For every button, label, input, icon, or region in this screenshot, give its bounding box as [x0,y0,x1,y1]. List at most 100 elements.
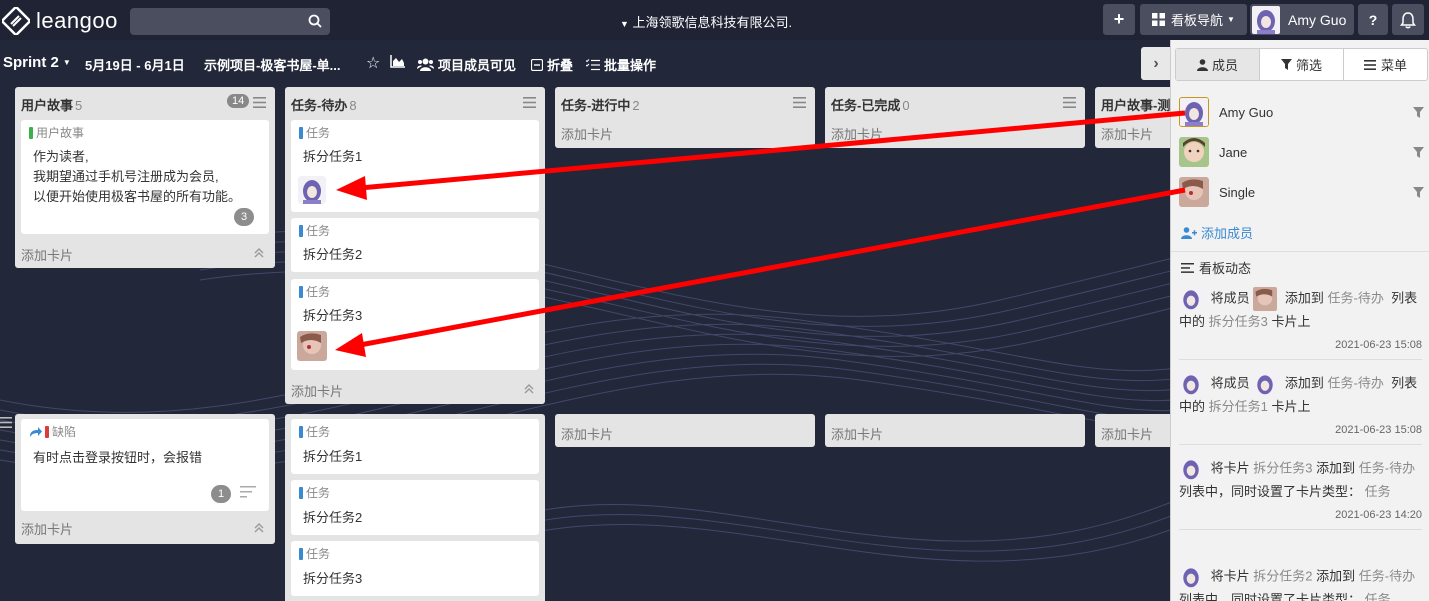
star-button[interactable]: ☆ [366,53,380,73]
list-title[interactable]: 用户故事-测 [1101,95,1170,114]
activity-card-link[interactable]: 拆分任务1 [1209,399,1268,414]
list-task-doing: 任务-进行中 2 添加卡片 [555,87,815,148]
sprint-selector[interactable]: Sprint 2 ▼ [3,54,71,71]
tab-menu[interactable]: 菜单 [1344,49,1427,80]
double-chevron-up-icon[interactable] [253,247,265,259]
visibility-label: 项目成员可见 [438,58,517,73]
visibility-button[interactable]: 项目成员可见 [417,55,516,74]
filter-icon[interactable] [1413,186,1424,198]
company-selector[interactable]: ▼ 上海领歌信息科技有限公司. [620,12,792,31]
type-color-bar [299,425,303,438]
card-title: 拆分任务2 [303,510,363,525]
member-row-single[interactable]: Single [1179,175,1424,209]
star-icon: ☆ [366,55,381,72]
filter-icon[interactable] [1413,146,1424,158]
card-task-1[interactable]: 任务 拆分任务1 [291,120,539,212]
member-avatar-amy[interactable] [1179,97,1209,127]
activity-list-link[interactable]: 任务-待办 [1359,568,1415,583]
help-button[interactable]: ? [1358,4,1388,35]
logo[interactable]: leangoo [2,7,118,35]
card-title: 拆分任务1 [303,149,363,164]
card-bug[interactable]: 缺陷 有时点击登录按钮时，会报错 1 [21,419,269,511]
activity-list-link[interactable]: 任务-待办 [1328,375,1384,390]
hamburger-icon[interactable] [253,97,266,108]
card-task-2[interactable]: 任务 拆分任务2 [291,480,539,535]
list-title[interactable]: 任务-进行中 2 [561,95,640,114]
list-title[interactable]: 用户故事 5 [21,95,82,114]
member-row-jane[interactable]: Jane [1179,135,1424,169]
tab-members[interactable]: 成员 [1176,49,1260,80]
card-type: 任务 [299,423,330,440]
leangoo-logo-icon [2,7,30,35]
add-card-button[interactable]: 添加卡片 [831,124,883,143]
add-card-button[interactable]: 添加卡片 [1101,124,1153,143]
top-bar: leangoo ▼ 上海领歌信息科技有限公司. + 看板导航 ▼ Amy Guo… [0,0,1429,40]
member-avatar-single[interactable] [297,331,327,361]
caret-down-icon: ▼ [1227,15,1235,24]
add-card-button[interactable]: 添加卡片 [21,245,73,264]
add-button[interactable]: + [1103,4,1135,35]
user-name: Amy Guo [1288,11,1347,28]
member-row-amy[interactable]: Amy Guo [1179,95,1424,129]
notifications-button[interactable] [1392,4,1424,35]
batch-label: 批量操作 [604,58,657,73]
list-user-story-test-row2: 添加卡片 [1095,414,1170,447]
activity-avatar-amy [1253,372,1278,396]
board-nav-button[interactable]: 看板导航 ▼ [1140,4,1247,35]
member-name: Jane [1219,144,1248,160]
filter-icon[interactable] [1413,106,1424,118]
user-menu[interactable]: Amy Guo [1250,4,1354,35]
search-input[interactable] [130,8,300,35]
sprint-name: Sprint 2 [3,54,59,71]
double-chevron-up-icon[interactable] [523,383,535,395]
card-type: 任务 [299,484,330,501]
type-color-bar [299,285,303,298]
logo-text: leangoo [36,8,118,33]
list-title[interactable]: 任务-已完成 0 [831,95,910,114]
batch-button[interactable]: 批量操作 [586,55,656,74]
member-avatar-single[interactable] [1179,177,1209,207]
hamburger-icon[interactable] [793,97,806,108]
tab-filter[interactable]: 筛选 [1260,49,1344,80]
add-card-button[interactable]: 添加卡片 [561,124,613,143]
project-name[interactable]: 示例项目-极客书屋-单... [204,55,341,74]
member-avatar-amy[interactable] [298,176,326,204]
card-task-2[interactable]: 任务 拆分任务2 [291,218,539,272]
member-avatar-jane[interactable] [1179,137,1209,167]
list-title[interactable]: 任务-待办 8 [291,95,357,114]
card-type: 任务 [299,124,330,141]
hamburger-icon[interactable] [523,97,536,108]
type-color-bar [299,126,303,139]
add-card-button[interactable]: 添加卡片 [21,519,73,538]
activity-item: 将卡片 拆分任务2 添加到 任务-待办 列表中，同时设置了卡片类型： 任务 [1179,565,1422,601]
card-type: 缺陷 [29,423,76,440]
card-type: 任务 [299,222,330,239]
card-task-1[interactable]: 任务 拆分任务1 [291,419,539,474]
add-card-button[interactable]: 添加卡片 [291,381,343,400]
add-card-button[interactable]: 添加卡片 [1101,424,1153,443]
card-title: 拆分任务1 [303,449,363,464]
card-user-story[interactable]: 用户故事 作为读者, 我期望通过手机号注册成为会员, 以便开始使用极客书屋的所有… [21,120,269,234]
activity-card-link[interactable]: 拆分任务3 [1253,460,1312,475]
hamburger-icon[interactable] [1063,97,1076,108]
add-card-button[interactable]: 添加卡片 [561,424,613,443]
activity-time: 2021-06-23 15:08 [1335,424,1422,436]
activity-type-link[interactable]: 任务 [1365,592,1391,601]
activity-type-link[interactable]: 任务 [1365,484,1391,499]
add-member-button[interactable]: 添加成员 [1181,223,1253,242]
activity-card-link[interactable]: 拆分任务3 [1209,314,1268,329]
row-drag-handle-icon[interactable] [0,417,12,428]
search-icon[interactable] [308,14,322,28]
activity-list-link[interactable]: 任务-待办 [1328,290,1384,305]
chart-button[interactable] [390,54,406,68]
type-color-bar [299,224,303,237]
card-task-3[interactable]: 任务 拆分任务3 [291,541,539,596]
activity-list-link[interactable]: 任务-待办 [1359,460,1415,475]
card-task-3[interactable]: 任务 拆分任务3 [291,279,539,370]
activity-card-link[interactable]: 拆分任务2 [1253,568,1312,583]
fold-button[interactable]: 折叠 [531,55,573,74]
help-label: ? [1368,11,1378,28]
add-card-button[interactable]: 添加卡片 [831,424,883,443]
panel-toggle-button[interactable]: › [1141,47,1171,80]
double-chevron-up-icon[interactable] [253,522,265,534]
